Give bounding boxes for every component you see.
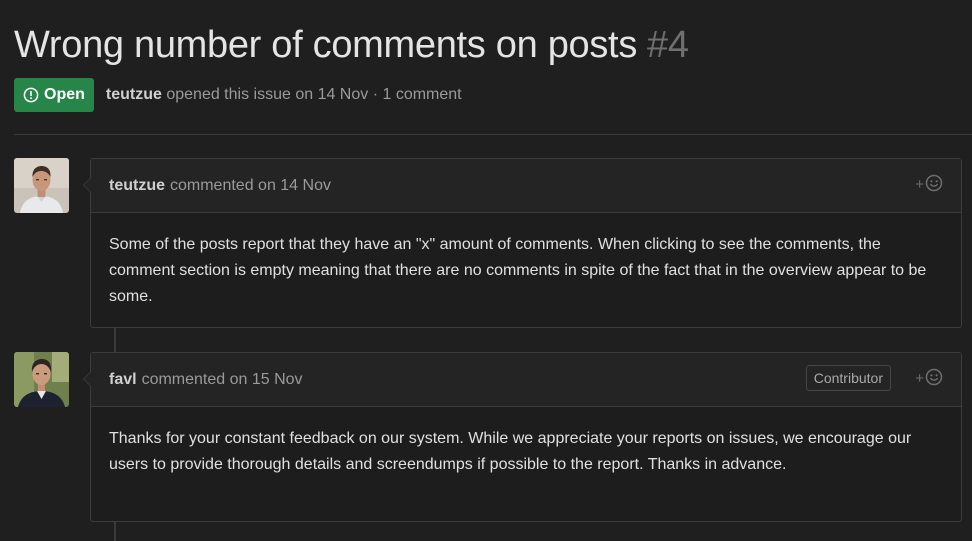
smiley-icon [925, 174, 943, 195]
timeline-connector [114, 522, 116, 541]
add-reaction-button[interactable]: + [915, 174, 943, 195]
comment-header: teutzue commented on 14 Nov + [91, 159, 961, 213]
issue-meta-description: opened this issue on 14 Nov · 1 comment [166, 86, 462, 103]
comment-body: Thanks for your constant feedback on our… [109, 430, 912, 473]
contributor-badge: Contributor [805, 365, 891, 391]
comment-1: teutzue commented on 14 Nov + Some of th… [83, 158, 962, 328]
issue-title-text: Wrong number of comments on posts [14, 24, 638, 66]
add-reaction-button[interactable]: + [915, 368, 943, 389]
state-badge-open: Open [14, 78, 94, 112]
issue-page: Wrong number of comments on posts #4 Open… [0, 0, 972, 541]
plus-icon: + [915, 370, 924, 387]
avatar-teutzue[interactable] [14, 158, 69, 213]
issue-author-link[interactable]: teutzue [106, 86, 162, 103]
timeline-connector [114, 328, 116, 354]
header-divider [14, 134, 972, 135]
comment-2: favl commented on 15 Nov Contributor + T… [83, 352, 962, 522]
comment-body: Some of the posts report that they have … [109, 236, 927, 305]
issue-meta-text: teutzue opened this issue on 14 Nov · 1 … [106, 86, 462, 104]
issue-meta: Open teutzue opened this issue on 14 Nov… [14, 78, 462, 112]
comment-timestamp[interactable]: commented on 14 Nov [170, 177, 331, 195]
issue-opened-icon [23, 87, 39, 103]
issue-number: #4 [647, 24, 689, 66]
comment-author-link[interactable]: favl [109, 371, 137, 389]
plus-icon: + [915, 176, 924, 193]
comment-header: favl commented on 15 Nov Contributor + [91, 353, 961, 407]
smiley-icon [925, 368, 943, 389]
comment-timestamp[interactable]: commented on 15 Nov [142, 371, 303, 389]
state-label: Open [44, 86, 85, 103]
comment-author-link[interactable]: teutzue [109, 177, 165, 195]
issue-title: Wrong number of comments on posts #4 [14, 22, 689, 68]
avatar-favl[interactable] [14, 352, 69, 407]
